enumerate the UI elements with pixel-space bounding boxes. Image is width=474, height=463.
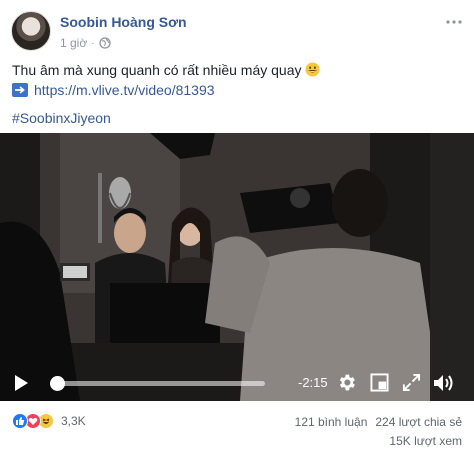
more-options-button[interactable] <box>446 12 462 30</box>
comment-count-link[interactable]: 121 bình luận <box>295 415 368 429</box>
post-text: Thu âm mà xung quanh có rất nhiều máy qu… <box>12 62 320 78</box>
more-dots-icon <box>446 20 462 24</box>
progress-knob[interactable] <box>50 376 66 391</box>
video-controls: -2:15 <box>0 365 474 401</box>
pip-icon[interactable] <box>370 373 389 392</box>
engagement-stats: 121 bình luận 224 lượt chia sẻ <box>295 415 462 429</box>
post-time[interactable]: 1 giờ <box>60 36 87 50</box>
reaction-count: 3,3K <box>61 414 86 428</box>
post-text-content: Thu âm mà xung quanh có rất nhiều máy qu… <box>12 62 302 78</box>
video-frame <box>0 133 474 401</box>
post-meta: 1 giờ · <box>60 36 111 50</box>
settings-icon[interactable] <box>336 372 357 393</box>
video-link[interactable]: https://m.vlive.tv/video/81393 <box>34 82 215 98</box>
progress-track[interactable] <box>53 381 265 386</box>
hashtag-link[interactable]: #SoobinxJiyeon <box>12 110 111 126</box>
facebook-post: Soobin Hoàng Sơn 1 giờ · Thu âm mà xung … <box>0 0 474 463</box>
globe-icon[interactable] <box>98 37 111 49</box>
meta-separator: · <box>91 37 95 49</box>
view-count: 15K lượt xem <box>389 434 462 448</box>
play-icon[interactable] <box>13 374 29 392</box>
like-icon <box>12 413 28 429</box>
reactions-summary[interactable]: 3,3K <box>12 413 86 429</box>
author-name[interactable]: Soobin Hoàng Sơn <box>60 14 187 30</box>
time-remaining: -2:15 <box>298 375 328 390</box>
post-link-line: https://m.vlive.tv/video/81393 <box>12 82 215 98</box>
right-arrow-icon <box>12 83 28 97</box>
grinning-face-icon <box>305 62 320 77</box>
volume-icon[interactable] <box>433 373 455 393</box>
fullscreen-icon[interactable] <box>402 373 421 392</box>
video-player[interactable]: -2:15 <box>0 133 474 401</box>
share-count-link[interactable]: 224 lượt chia sẻ <box>375 415 462 429</box>
avatar[interactable] <box>11 11 51 51</box>
